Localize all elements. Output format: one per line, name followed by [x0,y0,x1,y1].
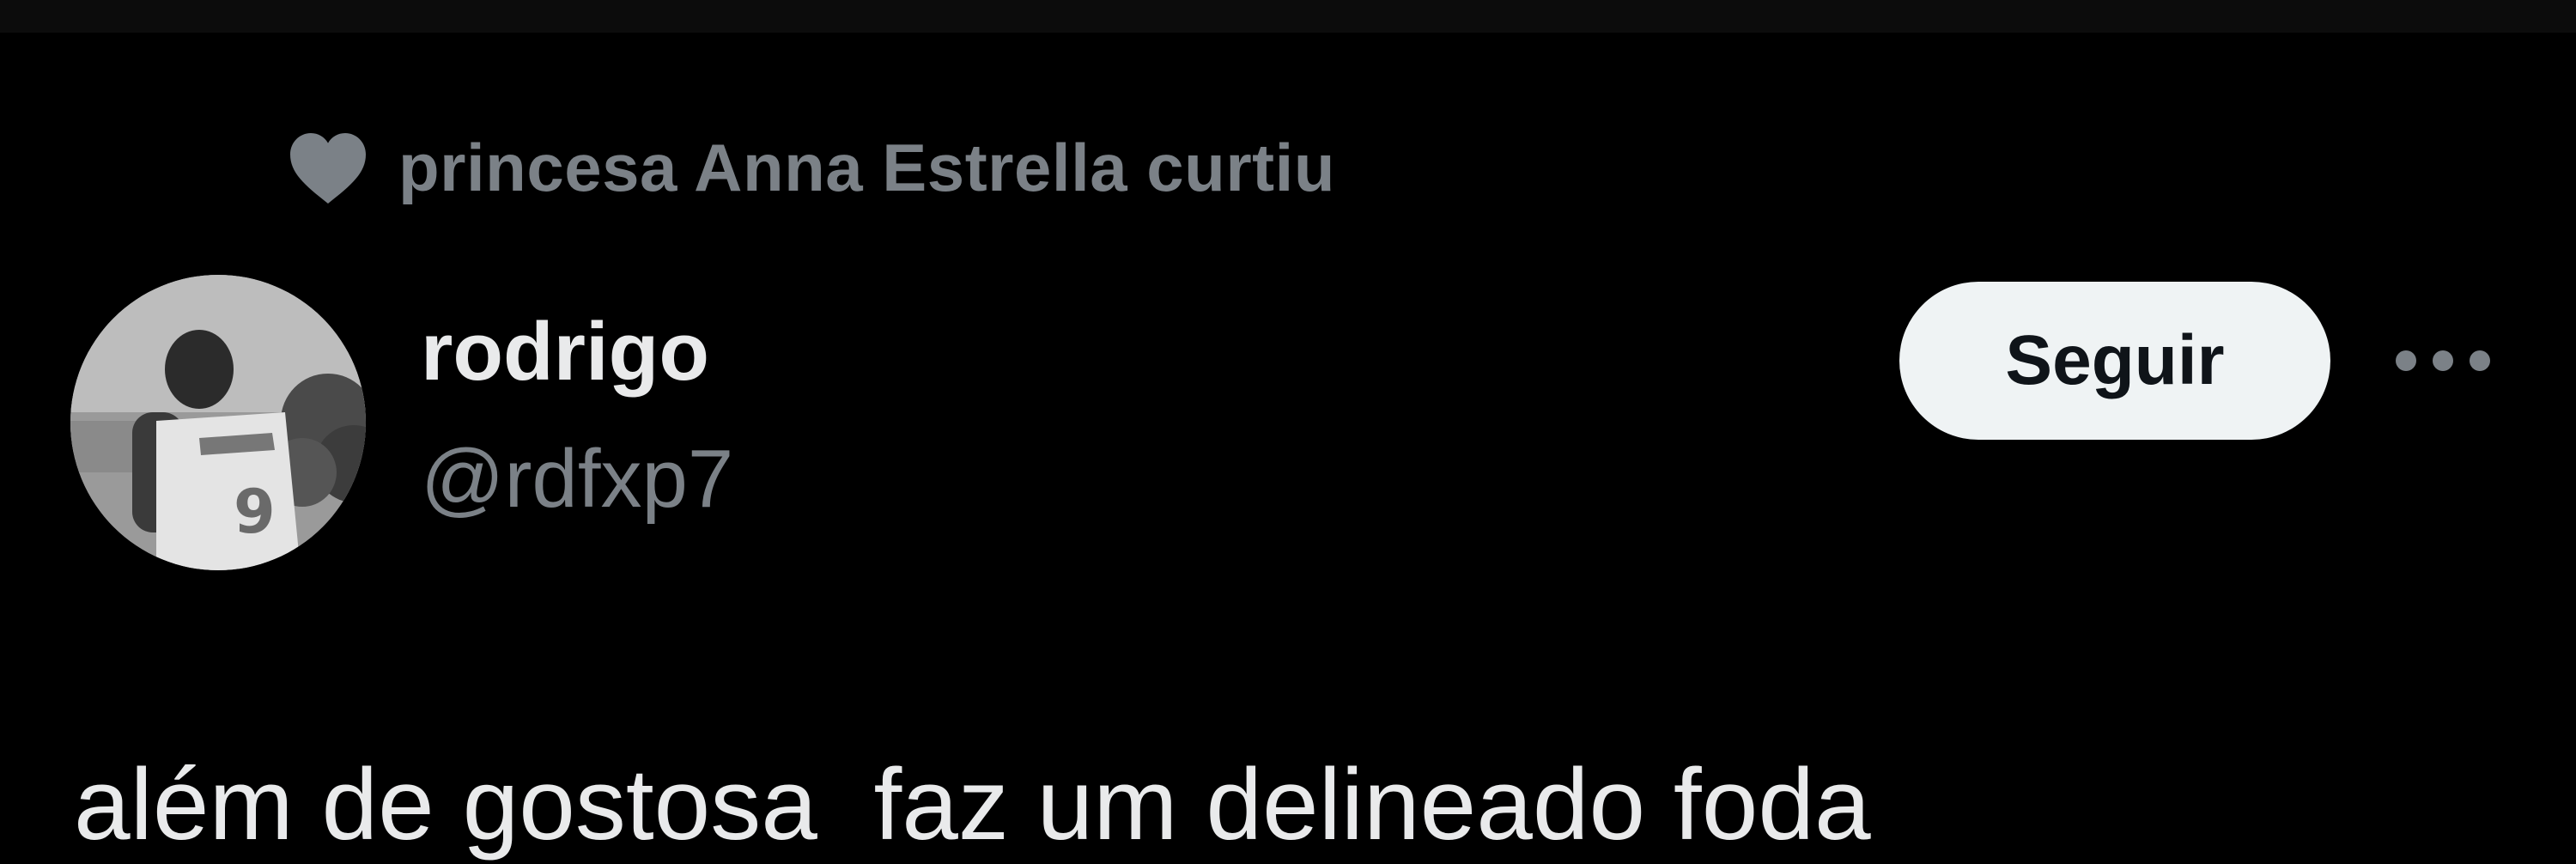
top-bar [0,0,2576,33]
avatar[interactable]: 9 [70,275,366,570]
user-name[interactable]: rodrigo [421,311,709,393]
more-dot [2470,350,2490,371]
tweet-text: além de gostosa faz um delineado foda [74,748,1871,861]
heart-icon [287,129,369,206]
svg-text:9: 9 [234,477,276,547]
more-options-icon[interactable] [2396,339,2490,382]
follow-button[interactable]: Seguir [1899,282,2330,440]
more-dot [2433,350,2453,371]
social-context: princesa Anna Estrella curtiu [287,125,1335,210]
user-handle[interactable]: @rdfxp7 [421,438,733,520]
more-dot [2396,350,2416,371]
social-context-text: princesa Anna Estrella curtiu [398,129,1335,205]
